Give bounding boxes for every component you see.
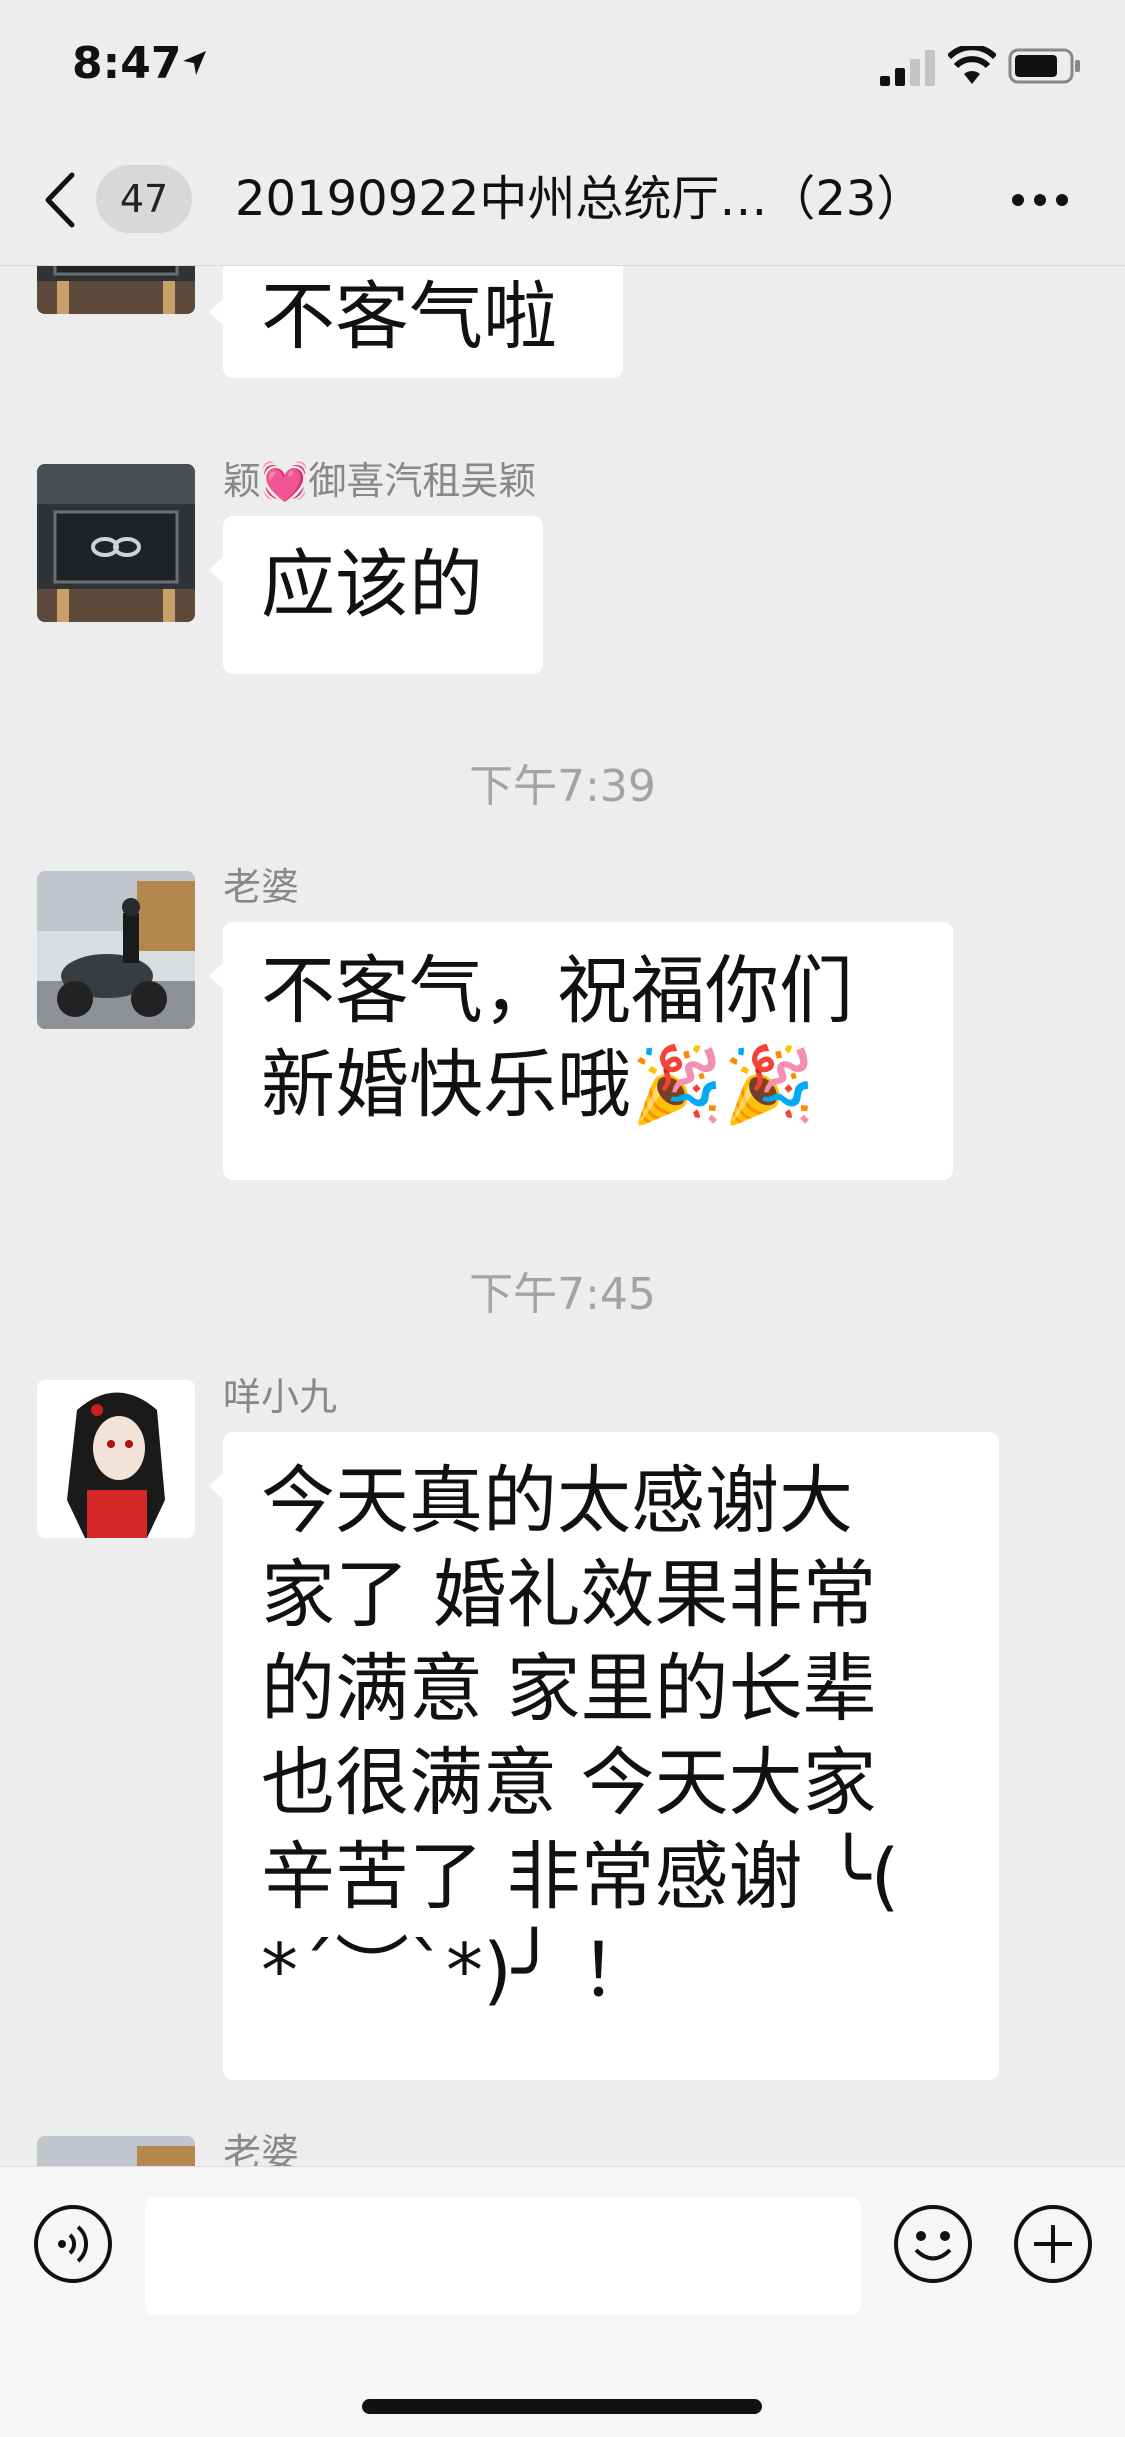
sender-name: 咩小九 <box>223 1375 338 1419</box>
message-text-line: 的满意 家里的长辈 <box>261 1646 877 1732</box>
message-text-line: 家了 婚礼效果非常 <box>261 1552 877 1638</box>
plus-circle-icon[interactable] <box>1012 2203 1094 2285</box>
motorcycle-avatar[interactable] <box>37 871 195 1029</box>
message-timestamp: 下午7:45 <box>469 1269 656 1320</box>
message-bubble[interactable]: 不客气啦 <box>209 266 623 378</box>
message-text-line: 新婚快乐哦🎉🎉 <box>261 1042 816 1128</box>
battery-icon <box>1008 48 1080 84</box>
message-text-line: 也很满意 今天大家 <box>261 1740 877 1826</box>
message-input[interactable] <box>145 2197 861 2315</box>
message-text-line: 今天真的太感谢大 <box>261 1458 853 1544</box>
more-dots-icon[interactable] <box>1010 190 1070 210</box>
anime-girl-avatar[interactable] <box>37 1380 195 1538</box>
sender-name: 老婆 <box>223 2131 300 2166</box>
message-text-line: 辛苦了 非常感谢 ╰( <box>261 1834 900 1920</box>
message-list[interactable]: 不客气啦 颖💓御喜汽租吴颖 应该的 下午7:39 老婆 不客气，祝福你们 新婚快… <box>0 266 1125 2166</box>
home-indicator <box>362 2399 762 2414</box>
building-avatar[interactable] <box>37 266 195 314</box>
chat-title: 20190922中州总统厅…（23） <box>235 171 925 227</box>
message-text: 不客气啦 <box>261 274 557 360</box>
input-bar <box>0 2166 1125 2437</box>
sender-name: 颖💓御喜汽租吴颖 <box>223 459 537 503</box>
message-bubble[interactable]: 不客气，祝福你们 新婚快乐哦🎉🎉 <box>209 922 953 1180</box>
voice-icon[interactable] <box>32 2203 114 2285</box>
location-arrow-icon <box>183 51 206 75</box>
emoji-icon[interactable] <box>892 2203 974 2285</box>
status-bar: 8:47 <box>0 0 1125 135</box>
unread-count-badge[interactable]: 47 <box>96 165 192 233</box>
building-avatar[interactable] <box>37 464 195 622</box>
status-time: 8:47 <box>72 38 182 89</box>
message-text-line: 不客气，祝福你们 <box>261 948 853 1034</box>
message-text-line: *´︶`*)╯ ！ <box>261 1928 654 2014</box>
signal-icon <box>880 50 935 86</box>
wifi-icon <box>948 46 996 84</box>
motorcycle-avatar[interactable] <box>37 2136 195 2166</box>
message-bubble[interactable]: 今天真的太感谢大 家了 婚礼效果非常 的满意 家里的长辈 也很满意 今天大家 辛… <box>209 1432 999 2080</box>
message-bubble[interactable]: 应该的 <box>209 516 543 674</box>
sender-name: 老婆 <box>223 865 300 909</box>
chat-header: 47 20190922中州总统厅…（23） <box>0 135 1125 266</box>
chevron-left-icon[interactable] <box>40 171 80 229</box>
message-text: 应该的 <box>261 542 483 628</box>
message-timestamp: 下午7:39 <box>469 761 656 812</box>
